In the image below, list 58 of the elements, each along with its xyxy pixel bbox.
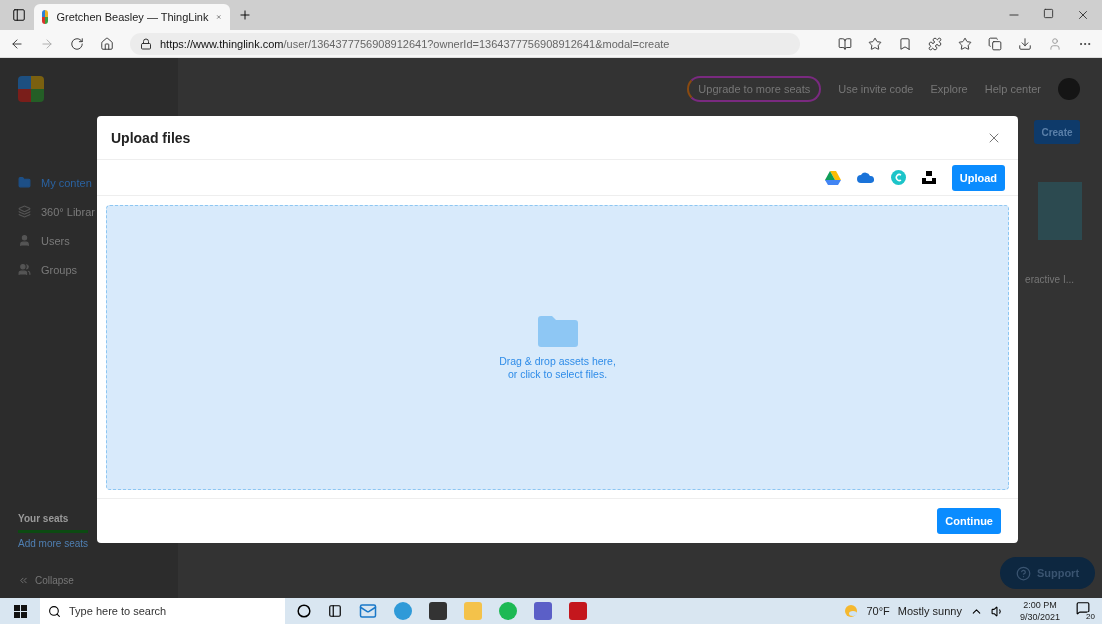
- back-icon[interactable]: [10, 36, 24, 51]
- address-field[interactable]: https://www.thinglink.com/user/1364377756908912641?ownerId=1364377756908912641&modal=create: [130, 32, 800, 55]
- help-icon: [1015, 565, 1031, 581]
- message-icon: [1076, 601, 1090, 615]
- store-icon[interactable]: [429, 602, 447, 620]
- restore-icon[interactable]: [1043, 8, 1054, 19]
- drop-zone[interactable]: Drag & drop assets here, or click to select files.: [106, 205, 1009, 490]
- site-logo-icon: [42, 10, 49, 24]
- mail-icon[interactable]: [359, 602, 377, 620]
- folder-icon: [537, 314, 578, 347]
- create-button[interactable]: Create: [1034, 120, 1080, 144]
- nav-link[interactable]: Explore: [930, 83, 968, 95]
- download-icon[interactable]: [1018, 36, 1032, 51]
- reader-icon[interactable]: [838, 36, 852, 51]
- home-icon[interactable]: [100, 36, 114, 51]
- block-icon[interactable]: [921, 171, 936, 184]
- reload-icon[interactable]: [70, 36, 84, 51]
- search-icon: [48, 604, 61, 618]
- temperature: 70°F: [866, 605, 890, 617]
- users-icon: [18, 263, 31, 276]
- collapse-button[interactable]: Collapse: [18, 575, 178, 586]
- seats-bar: [18, 530, 88, 533]
- favorites-icon[interactable]: [958, 36, 972, 51]
- new-tab-icon[interactable]: [238, 8, 252, 22]
- bookmark-icon[interactable]: [898, 36, 912, 51]
- taskbar-search-field[interactable]: Type here to search: [40, 598, 285, 624]
- weather-icon: [844, 604, 859, 618]
- upload-button[interactable]: Upload: [951, 164, 1005, 191]
- favorite-icon[interactable]: [868, 36, 882, 51]
- collections-icon[interactable]: [988, 36, 1002, 51]
- nav-link[interactable]: Use invite code: [838, 83, 914, 95]
- clock[interactable]: 2:00 PM 9/30/2021: [1019, 599, 1060, 623]
- folder-icon: [18, 176, 31, 189]
- weather-text: Mostly sunny: [897, 605, 962, 617]
- double-chevron-icon: [18, 575, 29, 586]
- triangle-icon[interactable]: [824, 170, 841, 185]
- cortana-icon[interactable]: [297, 604, 311, 618]
- upgrade-button[interactable]: Upgrade to more seats: [687, 76, 822, 102]
- drop-hint: Drag & drop assets here, or click to select files.: [499, 354, 616, 381]
- task-view-icon[interactable]: [328, 604, 342, 618]
- seats-heading: Your seats: [18, 513, 70, 524]
- extensions-icon[interactable]: [928, 36, 942, 51]
- card-title: eractive I...: [1025, 274, 1074, 285]
- continue-button[interactable]: Continue: [937, 508, 1001, 534]
- cloud-icon[interactable]: [856, 172, 875, 183]
- tab-actions-icon[interactable]: [12, 8, 26, 22]
- sidebar-item[interactable]: My conten: [18, 174, 178, 191]
- dialog-title: Upload files: [111, 129, 191, 146]
- photo-placeholder: [1038, 182, 1082, 240]
- lock-icon: [140, 37, 152, 50]
- close-window-icon[interactable]: [1076, 8, 1090, 22]
- layers-icon: [18, 205, 31, 218]
- user-icon: [18, 234, 31, 247]
- volume-icon[interactable]: [990, 604, 1004, 618]
- nav-link[interactable]: Help center: [984, 83, 1041, 95]
- browser-tab[interactable]: Gretchen Beasley — ThingLink: [34, 4, 230, 30]
- app-logo-icon: [18, 76, 44, 102]
- windows-start-icon[interactable]: [13, 604, 27, 618]
